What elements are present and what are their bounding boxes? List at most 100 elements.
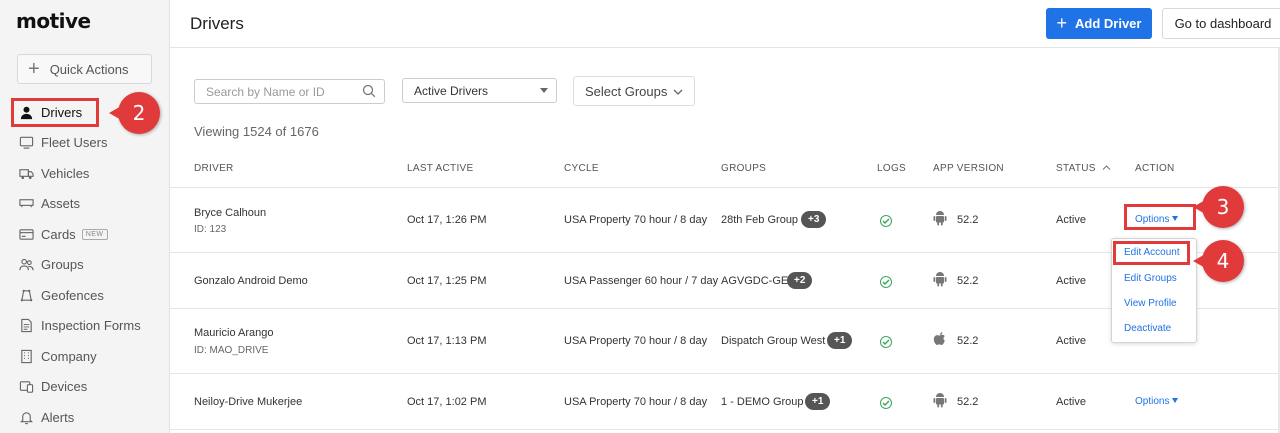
highlight-drivers [11,98,99,127]
sidebar-item-geofences[interactable]: Geofences [0,280,170,311]
menu-item-deactivate[interactable]: Deactivate [1124,323,1171,334]
cycle: USA Passenger 60 hour / 7 day [564,275,719,287]
document-icon [17,318,35,334]
last-active: Oct 17, 1:25 PM [407,275,487,287]
group: 28th Feb Group [721,214,799,226]
caret-down-icon [540,88,548,93]
column-cycle[interactable]: CYCLE [564,163,599,174]
table-row[interactable]: Neiloy-Drive Mukerjee Oct 17, 1:02 PM US… [170,374,1280,430]
sidebar-item-label: Devices [41,379,88,395]
logs-ok-icon [880,336,892,348]
android-icon [933,392,947,413]
sidebar-item-alerts[interactable]: Alerts [0,402,170,433]
driver-id: ID: MAO_DRIVE [194,345,269,356]
sidebar-item-label: Cards [41,226,76,242]
extra-groups-badge[interactable]: +2 [787,272,813,289]
groups-select[interactable]: Select Groups [573,76,695,106]
driver-name[interactable]: Bryce Calhoun [194,207,266,219]
geofence-icon [17,287,35,303]
highlight-edit-account [1113,241,1190,265]
highlight-options [1124,204,1196,230]
column-action: ACTION [1135,163,1175,174]
column-app-version[interactable]: APP VERSION [933,163,1004,174]
new-badge: NEW [81,228,108,240]
status: Active [1056,396,1086,408]
android-icon [933,271,947,292]
column-groups[interactable]: GROUPS [721,163,766,174]
column-status[interactable]: STATUS [1056,163,1111,174]
extra-groups-badge[interactable]: +1 [805,393,831,410]
step-callout-2: 2 [109,92,160,134]
options-label: Options [1135,396,1170,407]
app-version: 52.2 [957,396,979,408]
driver-status-value: Active Drivers [414,83,489,98]
quick-actions-button[interactable]: + Quick Actions [17,54,152,84]
sidebar-item-label: Geofences [41,287,104,303]
search-input[interactable]: Search by Name or ID [194,79,385,104]
driver-name[interactable]: Mauricio Arango [194,327,274,339]
menu-item-view-profile[interactable]: View Profile [1124,298,1177,309]
card-icon [17,226,35,242]
step-callout-4: 4 [1193,240,1244,282]
chevron-down-icon [672,86,684,101]
menu-item-edit-groups[interactable]: Edit Groups [1124,273,1177,284]
status: Active [1056,214,1086,226]
column-status-label: STATUS [1056,163,1096,174]
truck-icon [17,165,35,181]
search-placeholder: Search by Name or ID [206,84,325,99]
extra-groups-badge[interactable]: +3 [801,211,827,228]
group: 1 - DEMO Group [721,396,804,408]
page-title: Drivers [190,14,244,33]
sidebar-item-groups[interactable]: Groups [0,250,170,281]
extra-groups-badge[interactable]: +1 [827,332,853,349]
sidebar-item-inspection-forms[interactable]: Inspection Forms [0,311,170,342]
trailer-icon [17,196,35,212]
sidebar-item-label: Company [41,348,97,364]
sidebar-item-label: Groups [41,257,84,273]
sidebar-item-assets[interactable]: Assets [0,189,170,220]
people-icon [17,257,35,273]
go-to-dashboard-button[interactable]: Go to dashboard [1162,8,1280,39]
options-dropdown-button[interactable]: Options [1135,396,1179,407]
driver-name[interactable]: Gonzalo Android Demo [194,275,308,287]
column-last-active[interactable]: LAST ACTIVE [407,163,473,174]
app: motive + Quick Actions Drivers Fleet Use… [0,0,1280,433]
logs-ok-icon [880,215,892,227]
plus-icon: + [1056,13,1068,33]
last-active: Oct 17, 1:02 PM [407,396,487,408]
viewing-count: Viewing 1524 of 1676 [194,124,319,139]
last-active: Oct 17, 1:13 PM [407,335,487,347]
cycle: USA Property 70 hour / 8 day [564,396,708,408]
driver-name[interactable]: Neiloy-Drive Mukerjee [194,396,302,408]
sidebar-item-cards[interactable]: Cards NEW [0,219,170,250]
column-driver[interactable]: DRIVER [194,163,234,174]
step-callout-3: 3 [1193,186,1244,228]
caret-down-icon [1172,398,1179,403]
sidebar-item-devices[interactable]: Devices [0,372,170,403]
cycle: USA Property 70 hour / 8 day [564,214,708,226]
driver-id: ID: 123 [194,224,227,235]
app-version: 52.2 [957,335,979,347]
column-logs[interactable]: LOGS [877,163,906,174]
driver-status-select[interactable]: Active Drivers [402,78,557,103]
sidebar-item-label: Alerts [41,409,75,425]
top-bar: Drivers + Add Driver Go to dashboard [170,0,1280,48]
cycle: USA Property 70 hour / 8 day [564,335,708,347]
group: Dispatch Group West [721,335,826,347]
status: Active [1056,275,1086,287]
group: AGVGDC-GE [721,275,789,287]
logs-ok-icon [880,397,892,409]
sidebar-item-label: Inspection Forms [41,318,141,334]
groups-select-value: Select Groups [585,83,668,99]
sidebar-item-vehicles[interactable]: Vehicles [0,158,170,189]
sidebar-item-label: Assets [41,196,81,212]
app-version: 52.2 [957,275,979,287]
sidebar-item-label: Vehicles [41,165,90,181]
quick-actions-label: Quick Actions [49,61,129,77]
bell-icon [17,409,35,425]
motive-logo[interactable]: motive [16,9,91,33]
sidebar-item-company[interactable]: Company [0,341,170,372]
app-version: 52.2 [957,214,979,226]
add-driver-button[interactable]: + Add Driver [1046,8,1152,39]
last-active: Oct 17, 1:26 PM [407,214,487,226]
